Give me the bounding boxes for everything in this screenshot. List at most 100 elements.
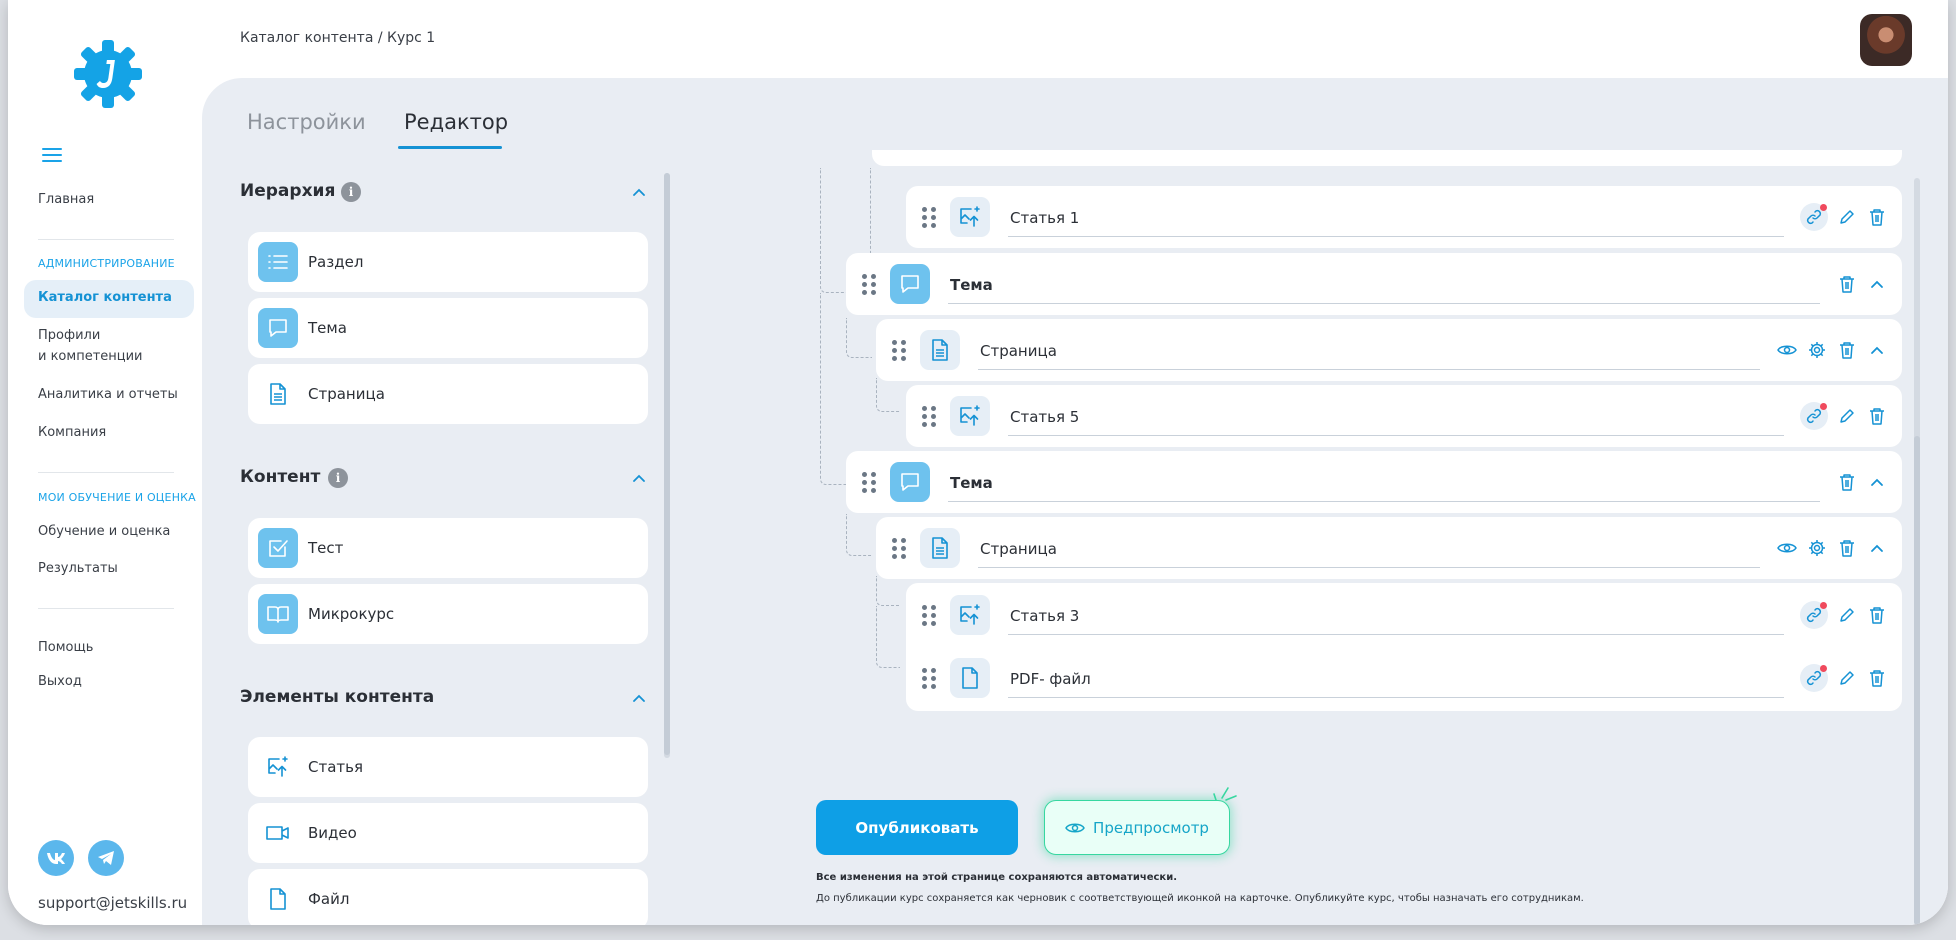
chat-icon <box>890 264 930 304</box>
trash-icon[interactable] <box>1836 273 1858 295</box>
info-icon[interactable]: i <box>341 182 361 202</box>
draft-note: До публикации курс сохраняется как черно… <box>816 893 1584 904</box>
trash-icon[interactable] <box>1866 206 1888 228</box>
chevron-up-icon[interactable] <box>1866 471 1888 493</box>
nav-home[interactable]: Главная <box>38 189 94 210</box>
chevron-up-icon[interactable] <box>629 688 649 708</box>
eye-icon <box>1065 823 1085 832</box>
image-upload-icon <box>950 595 990 635</box>
palette-item-section[interactable]: Раздел <box>248 232 648 292</box>
chevron-up-icon[interactable] <box>1866 537 1888 559</box>
chevron-up-icon[interactable] <box>629 182 649 202</box>
drag-handle-icon[interactable] <box>862 471 876 493</box>
palette-item-file[interactable]: Файл <box>248 869 648 925</box>
trash-icon[interactable] <box>1866 667 1888 689</box>
nav-profiles[interactable]: Профили и компетенции <box>38 325 143 367</box>
palette-item-microcourse[interactable]: Микрокурс <box>248 584 648 644</box>
chevron-up-icon[interactable] <box>1866 273 1888 295</box>
preview-button[interactable]: Предпросмотр <box>1044 800 1230 855</box>
tree-item-topic[interactable]: Тема <box>846 253 1902 315</box>
nav-company[interactable]: Компания <box>38 422 106 443</box>
eye-icon[interactable] <box>1776 339 1798 361</box>
link-icon[interactable] <box>1800 402 1828 430</box>
trash-icon[interactable] <box>1866 604 1888 626</box>
nav-logout[interactable]: Выход <box>38 671 82 692</box>
chevron-up-icon[interactable] <box>1866 339 1888 361</box>
tree-item-article[interactable]: Статья 1 <box>906 186 1902 248</box>
item-title-field[interactable]: Тема <box>948 468 1820 502</box>
support-email[interactable]: support@jetskills.ru <box>38 894 187 912</box>
app-window: Главная АДМИНИСТРИРОВАНИЕ Каталог контен… <box>8 0 1948 925</box>
nav-catalog[interactable]: Каталог контента <box>38 290 172 305</box>
tab-editor[interactable]: Редактор <box>404 110 508 134</box>
palette-item-video[interactable]: Видео <box>248 803 648 863</box>
editor-scrollbar[interactable] <box>1914 178 1920 925</box>
link-icon[interactable] <box>1800 664 1828 692</box>
item-title-field[interactable]: Статья 5 <box>1008 402 1784 436</box>
scrollbar-thumb[interactable] <box>1914 436 1920 925</box>
book-icon <box>258 594 298 634</box>
trash-icon[interactable] <box>1866 405 1888 427</box>
trash-icon[interactable] <box>1836 471 1858 493</box>
tree-item-page[interactable]: Страница <box>876 517 1902 579</box>
item-title-field[interactable]: Страница <box>978 534 1760 568</box>
palette-item-label: Тест <box>308 539 344 557</box>
drag-handle-icon[interactable] <box>922 604 936 626</box>
tree-item-article[interactable]: Статья 5 <box>906 385 1902 447</box>
item-title-field[interactable]: Страница <box>978 336 1760 370</box>
drag-handle-icon[interactable] <box>922 667 936 689</box>
item-title-field[interactable]: Тема <box>948 270 1820 304</box>
gear-icon[interactable] <box>1806 339 1828 361</box>
drag-handle-icon[interactable] <box>922 405 936 427</box>
palette-item-page[interactable]: Страница <box>248 364 648 424</box>
sparkle-icon <box>1213 787 1237 801</box>
tree-item-topic[interactable]: Тема <box>846 451 1902 513</box>
nav-results[interactable]: Результаты <box>38 558 118 579</box>
trash-icon[interactable] <box>1836 537 1858 559</box>
edit-icon[interactable] <box>1836 405 1858 427</box>
jetskills-logo[interactable] <box>72 38 144 110</box>
item-title-field[interactable]: Статья 3 <box>1008 601 1784 635</box>
vk-icon[interactable] <box>38 840 74 876</box>
elements-title: Элементы контента <box>240 687 435 707</box>
menu-icon[interactable] <box>42 148 62 164</box>
scrollbar-thumb[interactable] <box>664 173 670 755</box>
item-title-field[interactable]: Статья 1 <box>1008 203 1784 237</box>
avatar[interactable] <box>1860 14 1912 66</box>
list-icon <box>258 242 298 282</box>
link-icon[interactable] <box>1800 203 1828 231</box>
trash-icon[interactable] <box>1836 339 1858 361</box>
drag-handle-icon[interactable] <box>922 206 936 228</box>
palette-item-topic[interactable]: Тема <box>248 298 648 358</box>
eye-icon[interactable] <box>1776 537 1798 559</box>
drag-handle-icon[interactable] <box>862 273 876 295</box>
item-title-field[interactable]: PDF- файл <box>1008 664 1784 698</box>
tree-item-page[interactable]: Страница <box>876 319 1902 381</box>
edit-icon[interactable] <box>1836 206 1858 228</box>
tree-item-file[interactable]: PDF- файл <box>906 647 1902 709</box>
palette-scrollbar[interactable] <box>664 173 670 758</box>
palette-item-article[interactable]: Статья <box>248 737 648 797</box>
gear-icon[interactable] <box>1806 537 1828 559</box>
publish-button[interactable]: Опубликовать <box>816 800 1018 855</box>
nav-analytics[interactable]: Аналитика и отчеты <box>38 384 178 405</box>
chevron-up-icon[interactable] <box>629 468 649 488</box>
drag-handle-icon[interactable] <box>892 339 906 361</box>
tree-item-article[interactable]: Статья 3 <box>906 583 1902 647</box>
tab-settings[interactable]: Настройки <box>247 110 366 134</box>
nav-learning[interactable]: Обучение и оценка <box>38 521 170 542</box>
palette-item-test[interactable]: Тест <box>248 518 648 578</box>
edit-icon[interactable] <box>1836 604 1858 626</box>
nav-profiles-line1: Профили <box>38 328 101 343</box>
telegram-icon[interactable] <box>88 840 124 876</box>
file-icon <box>258 879 298 919</box>
drag-handle-icon[interactable] <box>892 537 906 559</box>
palette-item-label: Микрокурс <box>308 605 395 623</box>
edit-icon[interactable] <box>1836 667 1858 689</box>
link-icon[interactable] <box>1800 601 1828 629</box>
divider <box>38 239 174 240</box>
nav-help[interactable]: Помощь <box>38 637 93 658</box>
tree-group: Статья 3 PDF- файл <box>906 583 1902 711</box>
breadcrumb[interactable]: Каталог контента / Курс 1 <box>240 30 435 46</box>
info-icon[interactable]: i <box>328 468 348 488</box>
